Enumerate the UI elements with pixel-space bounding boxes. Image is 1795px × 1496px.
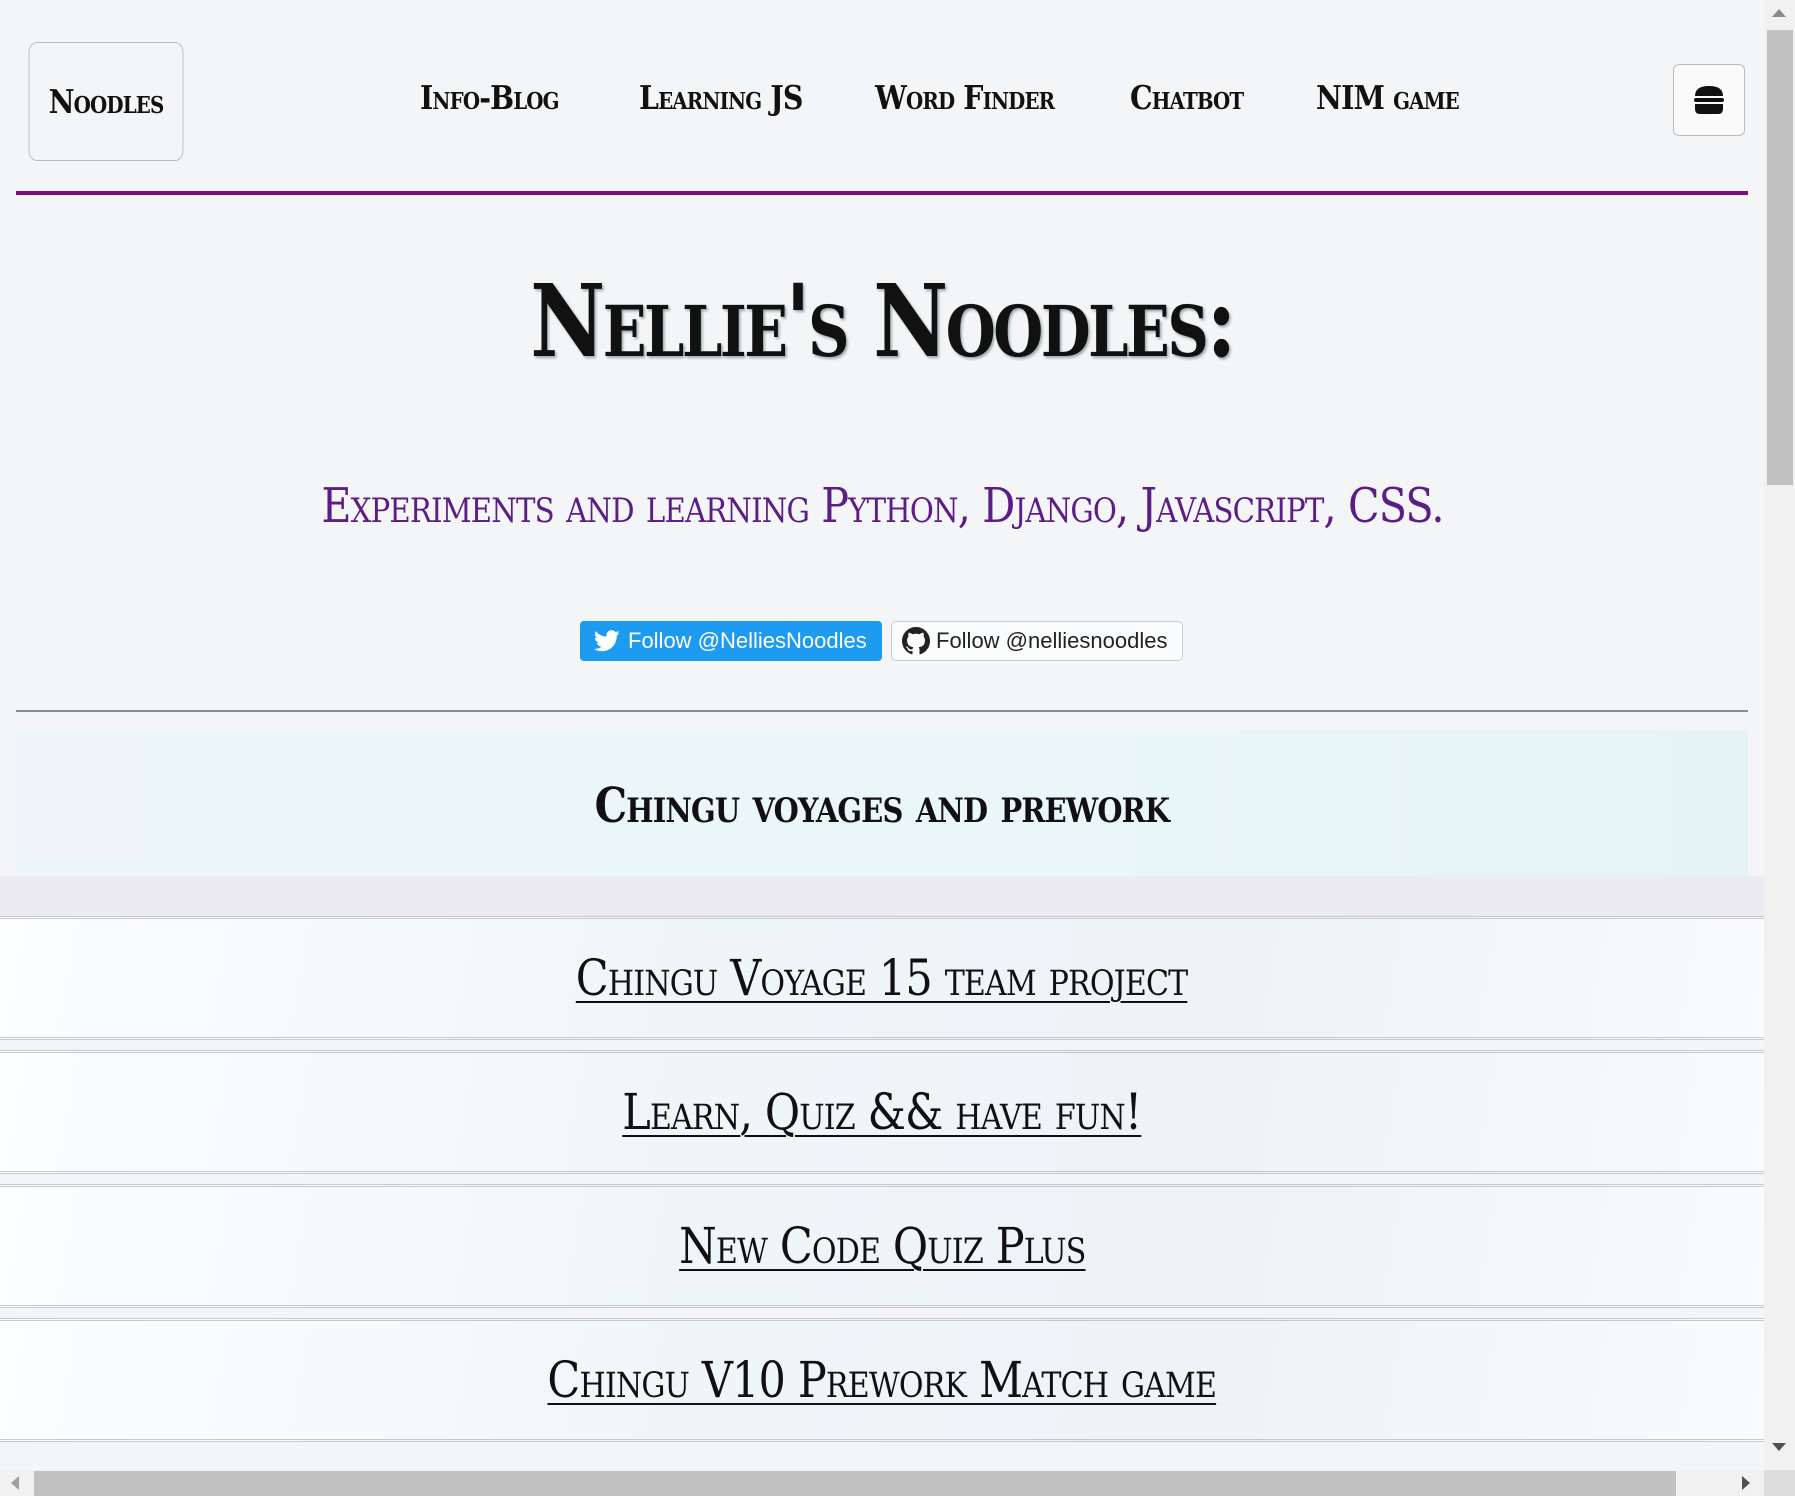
brand-link[interactable]: Noodles xyxy=(28,42,184,161)
twitter-follow-label: Follow @NelliesNoodles xyxy=(628,628,867,653)
github-icon xyxy=(902,627,930,655)
nav-divider xyxy=(16,191,1748,195)
main-nav: Info-Blog Learning JS Word Finder Chatbo… xyxy=(420,78,1482,128)
project-link-chingu-v10-prework[interactable]: Chingu V10 Prework Match game xyxy=(548,1351,1218,1409)
section-title: Chingu voyages and prework xyxy=(594,778,1170,834)
page-title: Nellie's Noodles: xyxy=(530,262,1236,380)
menu-button[interactable] xyxy=(1673,64,1745,136)
project-link-learn-quiz[interactable]: Learn, Quiz && have fun! xyxy=(622,1083,1142,1141)
scrollbar-corner xyxy=(1764,1470,1795,1496)
project-card: New Code Quiz Plus xyxy=(0,1184,1764,1308)
page: Noodles Info-Blog Learning JS Word Finde… xyxy=(0,0,1764,1470)
nav-link-chatbot[interactable]: Chatbot xyxy=(1130,78,1244,128)
section-spacer xyxy=(0,876,1764,916)
nav-link-learning-js[interactable]: Learning JS xyxy=(639,78,803,128)
project-card: Chingu V10 Prework Match game xyxy=(0,1318,1764,1442)
nav-link-nim-game[interactable]: NIM game xyxy=(1316,78,1460,128)
project-link-new-code-quiz-plus[interactable]: New Code Quiz Plus xyxy=(679,1217,1086,1275)
project-card: Chingu Voyage 15 team project xyxy=(0,916,1764,1040)
section-header: Chingu voyages and prework xyxy=(16,730,1748,876)
project-card: Learn, Quiz && have fun! xyxy=(0,1050,1764,1174)
burger-icon xyxy=(1694,86,1724,114)
twitter-follow-button[interactable]: Follow @NelliesNoodles xyxy=(580,621,882,661)
vertical-scroll-thumb[interactable] xyxy=(1767,30,1793,485)
project-link-chingu-voyage-15[interactable]: Chingu Voyage 15 team project xyxy=(576,949,1188,1007)
page-subtitle: Experiments and learning Python, Django,… xyxy=(320,478,1444,534)
nav-link-word-finder[interactable]: Word Finder xyxy=(875,78,1055,128)
twitter-bird-icon xyxy=(594,630,620,652)
scroll-right-arrow-icon[interactable] xyxy=(1742,1476,1750,1490)
github-follow-button[interactable]: Follow @nelliesnoodles xyxy=(891,621,1183,661)
scroll-left-arrow-icon[interactable] xyxy=(11,1476,19,1490)
content-divider xyxy=(16,710,1748,712)
github-follow-label: Follow @nelliesnoodles xyxy=(936,628,1168,653)
horizontal-scroll-thumb[interactable] xyxy=(34,1471,1676,1496)
scroll-down-arrow-icon[interactable] xyxy=(1772,1443,1786,1451)
scroll-up-arrow-icon[interactable] xyxy=(1772,9,1786,17)
nav-link-info-blog[interactable]: Info-Blog xyxy=(420,78,560,128)
